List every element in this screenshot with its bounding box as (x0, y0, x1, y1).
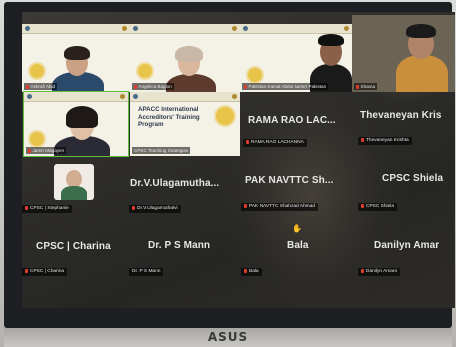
participant-name-tag: CPSC | Stephanie (22, 205, 72, 213)
participant-name-tag: CPSC Shiela (358, 203, 397, 211)
participant-name-tag: Thevaneyan Krishta (358, 137, 412, 145)
sun-emblem-icon (248, 68, 262, 82)
slide-header (130, 24, 240, 34)
participant-tile-3[interactable]: Pakistan Kamal Abdul samer Pakistan (240, 24, 352, 92)
participant-name-large: PAK NAVTTC Sh... (245, 175, 334, 186)
participant-tile-4[interactable]: Shama (352, 15, 455, 92)
mic-muted-icon (28, 148, 31, 153)
mic-muted-icon (361, 203, 364, 208)
logo-icon (232, 94, 237, 99)
logo-icon (133, 94, 138, 99)
slide-header (22, 24, 130, 34)
participant-name: Shama (354, 83, 378, 90)
participant-name-large: CPSC Shiela (382, 173, 444, 184)
sun-emblem-icon (216, 107, 234, 125)
participant-name-tag: RAMA RAO LACHANNA (243, 139, 307, 147)
logo-icon (122, 26, 127, 31)
logo-icon (243, 26, 248, 31)
participant-name-large: Thevaneyan Kris (360, 110, 442, 121)
participant-tile-2[interactable]: Angelica Bagion (130, 24, 240, 92)
participant-name: Ashrafi Abid (24, 83, 58, 90)
participant-name: Jaren Magayen (26, 147, 67, 154)
mic-muted-icon (244, 203, 247, 208)
photo-of-laptop-screen: Ashrafi Abid Angelica Bagion Pakistan Ka… (0, 0, 456, 347)
participant-name-large: Danilyn Amar (374, 240, 440, 251)
brand-logo: ASUS (207, 330, 249, 344)
participant-name-tag: Dr. P S Mann (129, 268, 164, 276)
mic-muted-icon (132, 205, 135, 210)
video-conference-gallery: Ashrafi Abid Angelica Bagion Pakistan Ka… (22, 12, 455, 308)
participant-name-tag: CPSC | Charina (22, 268, 68, 276)
mic-muted-icon (244, 84, 247, 89)
participant-name: Angelica Bagion (132, 83, 174, 90)
slide-header (240, 24, 352, 34)
participant-name-large: CPSC | Charina (36, 241, 111, 252)
participant-tile-active-speaker[interactable]: Jaren Magayen (23, 91, 129, 157)
participant-name-tag: Dr.V.Ulagamuthalvi (129, 205, 181, 213)
laptop-body: ASUS (4, 328, 452, 347)
participant-name-large: Dr. P S Mann (148, 240, 211, 251)
sun-emblem-icon (138, 64, 152, 78)
mic-muted-icon (246, 139, 249, 144)
participant-name-tag: PAK NAVTTC Shahzad Ahmad (241, 203, 318, 211)
participant-name: Pakistan Kamal Abdul samer Pakistan (242, 83, 329, 90)
slide-subtitle: CPSC Teaching Strategies (132, 147, 191, 154)
sun-emblem-icon (30, 132, 44, 146)
logo-icon (344, 26, 349, 31)
logo-icon (120, 94, 125, 99)
hand-cursor-icon: ✋ (292, 224, 302, 233)
logo-icon (25, 26, 30, 31)
sun-emblem-icon (30, 64, 44, 78)
logo-icon (27, 94, 32, 99)
participant-name-large: Bala (287, 240, 309, 251)
mic-muted-icon (244, 268, 247, 273)
participant-name-tag: Danilyn Amaro (358, 268, 401, 276)
participant-tile-1[interactable]: Ashrafi Abid (22, 24, 130, 92)
slide-header (24, 92, 128, 102)
slide-title: APACC International Accreditors' Trainin… (138, 106, 200, 129)
participant-avatar-tile[interactable] (54, 164, 94, 200)
mic-muted-icon (361, 268, 364, 273)
mic-muted-icon (356, 84, 359, 89)
mic-muted-icon (134, 84, 137, 89)
mic-muted-icon (25, 205, 28, 210)
slide-header (130, 92, 240, 102)
participant-name-large: Dr.V.Ulagamutha... (130, 178, 220, 189)
mic-muted-icon (25, 268, 28, 273)
participant-name-tag: Bala (241, 268, 262, 276)
participant-name-large: RAMA RAO LAC... (248, 115, 336, 126)
mic-muted-icon (26, 84, 29, 89)
shared-slide-tile[interactable]: APACC International Accreditors' Trainin… (130, 92, 240, 156)
logo-icon (232, 26, 237, 31)
logo-icon (133, 26, 138, 31)
mic-muted-icon (361, 137, 364, 142)
